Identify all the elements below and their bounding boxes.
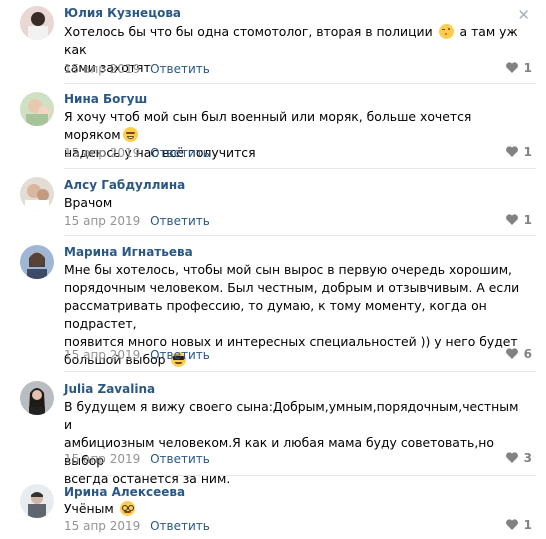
avatar[interactable] xyxy=(20,6,54,40)
divider xyxy=(64,168,536,169)
divider xyxy=(64,83,536,84)
winking-face-icon xyxy=(438,24,454,39)
comment-date[interactable]: 15 апр 2019 xyxy=(64,146,140,160)
heart-icon xyxy=(505,519,518,530)
heart-icon xyxy=(505,452,518,463)
like-button[interactable]: 1 xyxy=(505,518,532,532)
like-button[interactable]: 1 xyxy=(505,213,532,227)
close-icon[interactable]: ✕ xyxy=(517,6,530,24)
comment-author[interactable]: Юлия Кузнецова xyxy=(64,6,181,20)
divider xyxy=(64,235,536,236)
comment-author[interactable]: Ирина Алексеева xyxy=(64,485,185,499)
like-button[interactable]: 3 xyxy=(505,451,532,465)
like-button[interactable]: 6 xyxy=(505,347,532,361)
like-count: 1 xyxy=(523,145,532,159)
reply-link[interactable]: Ответить xyxy=(150,348,210,362)
avatar-image xyxy=(20,177,54,211)
like-count: 6 xyxy=(523,347,532,361)
like-count: 1 xyxy=(523,518,532,532)
heart-icon xyxy=(505,62,518,73)
heart-icon xyxy=(505,146,518,157)
comment-meta: 15 апр 2019 Ответить xyxy=(64,452,210,466)
comment-text: Учёным xyxy=(64,500,524,518)
heart-icon xyxy=(505,348,518,359)
avatar-image xyxy=(20,245,54,279)
comment-meta: 15 апр 2019 Ответить xyxy=(64,519,210,533)
divider xyxy=(64,371,536,372)
comment-date[interactable]: 15 апр 2019 xyxy=(64,519,140,533)
divider xyxy=(64,475,536,476)
like-button[interactable]: 1 xyxy=(505,145,532,159)
avatar[interactable] xyxy=(20,92,54,126)
comment-author[interactable]: Julia Zavalina xyxy=(64,382,155,396)
avatar-image xyxy=(20,92,54,126)
reply-link[interactable]: Ответить xyxy=(150,214,210,228)
comment-text: Врачом xyxy=(64,195,113,210)
comment-date[interactable]: 15 апр 2019 xyxy=(64,214,140,228)
avatar-image xyxy=(20,381,54,415)
reply-link[interactable]: Ответить xyxy=(150,146,210,160)
reply-link[interactable]: Ответить xyxy=(150,452,210,466)
comment-author[interactable]: Нина Богуш xyxy=(64,92,147,106)
like-button[interactable]: 1 xyxy=(505,61,532,75)
avatar[interactable] xyxy=(20,381,54,415)
comment-author[interactable]: Марина Игнатьева xyxy=(64,245,193,259)
like-count: 1 xyxy=(523,61,532,75)
reply-link[interactable]: Ответить xyxy=(150,519,210,533)
avatar-image xyxy=(20,6,54,40)
smiling-face-icon xyxy=(122,127,138,142)
comment-meta: 15 апр 2019 Ответить xyxy=(64,62,210,76)
avatar[interactable] xyxy=(20,245,54,279)
comment-meta: 15 апр 2019 Ответить xyxy=(64,214,210,228)
like-count: 3 xyxy=(523,451,532,465)
comment-author[interactable]: Алсу Габдуллина xyxy=(64,178,185,192)
comment-date[interactable]: 15 апр 2019 xyxy=(64,348,140,362)
comment-meta: 15 апр 2019 Ответить xyxy=(64,348,210,362)
heart-icon xyxy=(505,214,518,225)
comment-date[interactable]: 15 апр 2019 xyxy=(64,62,140,76)
like-count: 1 xyxy=(523,213,532,227)
nerd-face-icon xyxy=(119,501,135,516)
avatar[interactable] xyxy=(20,484,54,518)
comment-date[interactable]: 15 апр 2019 xyxy=(64,452,140,466)
avatar[interactable] xyxy=(20,177,54,211)
reply-link[interactable]: Ответить xyxy=(150,62,210,76)
avatar-image xyxy=(20,484,54,518)
comment-meta: 15 апр 2019 Ответить xyxy=(64,146,210,160)
